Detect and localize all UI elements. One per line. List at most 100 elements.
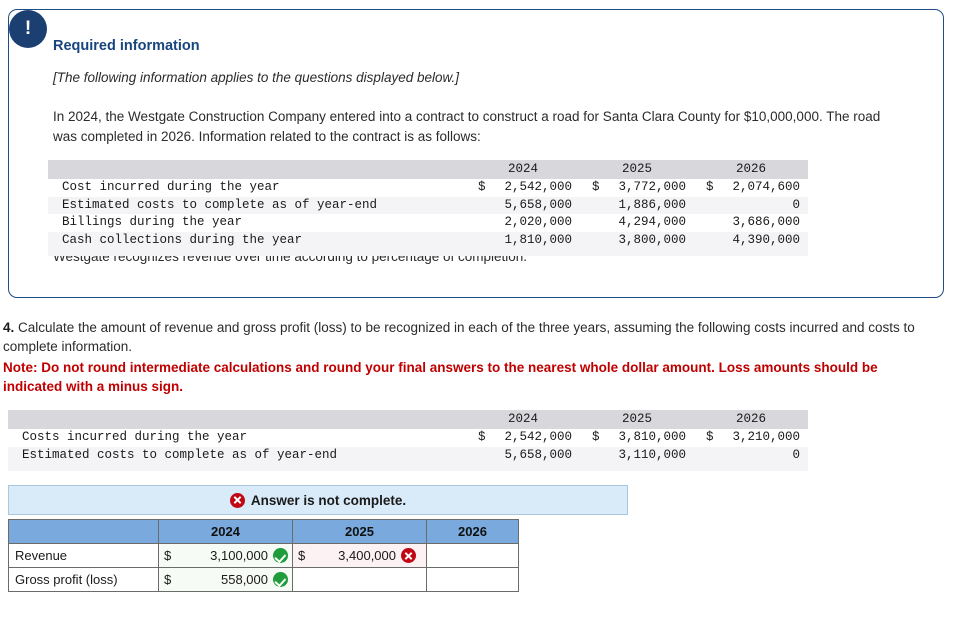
table-row: Billings during the year 2,020,000 4,294… xyxy=(48,214,808,232)
answer-cell-gross-profit-2024[interactable]: $ 558,000 xyxy=(158,567,293,592)
currency-symbol: $ xyxy=(164,572,172,587)
table-footer-spacer xyxy=(48,249,808,256)
column-header-2025: 2025 xyxy=(580,410,694,429)
table-row: Estimated costs to complete as of year-e… xyxy=(8,446,808,464)
amount: 1,810,000 xyxy=(504,232,572,247)
column-header-2024: 2024 xyxy=(466,410,580,429)
cell-value: $2,542,000 xyxy=(466,179,580,197)
answer-cell-gross-profit-2026[interactable] xyxy=(426,567,519,592)
cell-value: $3,210,000 xyxy=(694,429,808,447)
cell-value: 2,020,000 xyxy=(466,214,580,232)
currency-symbol: $ xyxy=(706,180,714,194)
cell-value: 3,800,000 xyxy=(580,231,694,249)
table-row: Cost incurred during the year $2,542,000… xyxy=(48,179,808,197)
answer-cell-gross-profit-2025[interactable] xyxy=(292,567,427,592)
column-header-2026: 2026 xyxy=(694,410,808,429)
cell-value: $2,542,000 xyxy=(466,429,580,447)
answer-cell-revenue-2026[interactable] xyxy=(426,543,519,568)
cell-value: 5,658,000 xyxy=(466,196,580,214)
table-header-row: 2024 2025 2026 xyxy=(8,410,808,429)
question-number: 4. xyxy=(3,320,15,335)
table-header-row: 2024 2025 2026 xyxy=(48,160,808,179)
cell-value: 1,810,000 xyxy=(466,231,580,249)
amount: 3,810,000 xyxy=(618,430,686,444)
answer-cell-revenue-2025[interactable]: $ 3,400,000 xyxy=(292,543,427,568)
amount: 2,542,000 xyxy=(504,430,572,444)
amount: 2,074,600 xyxy=(732,180,800,194)
currency-symbol: $ xyxy=(298,548,306,563)
amount: 3,800,000 xyxy=(618,232,686,247)
answer-value: 558,000 xyxy=(221,572,268,587)
required-information-body: Required information [The following info… xyxy=(9,10,943,147)
answer-grid[interactable]: 2024 2025 2026 Revenue $ 3,100,000 $ 3,4… xyxy=(8,519,519,592)
amount: 2,020,000 xyxy=(504,215,572,229)
spacer-cell xyxy=(8,464,808,471)
answer-status-banner: Answer is not complete. xyxy=(8,485,628,515)
row-label: Billings during the year xyxy=(48,214,466,232)
revised-costs-table-wrap: 2024 2025 2026 Costs incurred during the… xyxy=(8,410,808,471)
amount: 5,658,000 xyxy=(504,447,572,462)
cell-value: 3,686,000 xyxy=(694,214,808,232)
amount: 4,390,000 xyxy=(732,232,800,247)
question-text: Calculate the amount of revenue and gros… xyxy=(3,320,915,354)
row-label: Cash collections during the year xyxy=(48,231,466,249)
currency-symbol: $ xyxy=(592,430,600,444)
amount: 0 xyxy=(792,197,800,212)
amount: 5,658,000 xyxy=(504,197,572,212)
answer-column-header-2024: 2024 xyxy=(158,519,293,544)
cell-value: $3,772,000 xyxy=(580,179,694,197)
question-block: 4. Calculate the amount of revenue and g… xyxy=(3,318,933,396)
currency-symbol: $ xyxy=(164,548,172,563)
amount: 3,686,000 xyxy=(732,215,800,229)
amount: 2,542,000 xyxy=(504,180,572,194)
contract-data-table: 2024 2025 2026 Cost incurred during the … xyxy=(48,160,808,256)
cell-value: 0 xyxy=(694,446,808,464)
answer-column-header-2025: 2025 xyxy=(292,519,427,544)
amount: 3,110,000 xyxy=(618,447,686,462)
cell-value: 5,658,000 xyxy=(466,446,580,464)
cell-value: 1,886,000 xyxy=(580,196,694,214)
incorrect-x-icon xyxy=(229,492,245,508)
cell-value: $3,810,000 xyxy=(580,429,694,447)
row-label: Estimated costs to complete as of year-e… xyxy=(48,196,466,214)
cell-value: 3,110,000 xyxy=(580,446,694,464)
column-header-2026: 2026 xyxy=(694,160,808,179)
answer-status-text: Answer is not complete. xyxy=(250,492,407,508)
answer-grid-corner xyxy=(8,519,159,544)
contract-description: In 2024, the Westgate Construction Compa… xyxy=(53,109,881,144)
answer-column-header-2026: 2026 xyxy=(426,519,519,544)
table-row: Cash collections during the year 1,810,0… xyxy=(48,231,808,249)
answer-value: 3,400,000 xyxy=(338,548,396,563)
answer-cell-revenue-2024[interactable]: $ 3,100,000 xyxy=(158,543,293,568)
answer-value: 3,100,000 xyxy=(210,548,268,563)
table-row: Costs incurred during the year $2,542,00… xyxy=(8,429,808,447)
cell-value: 0 xyxy=(694,196,808,214)
amount: 1,886,000 xyxy=(618,197,686,212)
column-header-blank xyxy=(48,160,466,179)
column-header-blank xyxy=(8,410,466,429)
answer-row-revenue: Revenue $ 3,100,000 $ 3,400,000 xyxy=(8,543,519,568)
contract-data-table-wrap: 2024 2025 2026 Cost incurred during the … xyxy=(48,160,808,256)
cell-value: 4,390,000 xyxy=(694,231,808,249)
column-header-2024: 2024 xyxy=(466,160,580,179)
question-note: Note: Do not round intermediate calculat… xyxy=(3,360,878,394)
incorrect-x-icon xyxy=(401,548,416,563)
applies-to-note: [The following information applies to th… xyxy=(53,70,459,85)
answer-row-gross-profit: Gross profit (loss) $ 558,000 xyxy=(8,567,519,592)
amount: 4,294,000 xyxy=(618,215,686,229)
exclamation-icon: ! xyxy=(9,10,47,48)
cell-value: 4,294,000 xyxy=(580,214,694,232)
revised-costs-table: 2024 2025 2026 Costs incurred during the… xyxy=(8,410,808,471)
currency-symbol: $ xyxy=(706,430,714,444)
table-row: Estimated costs to complete as of year-e… xyxy=(48,196,808,214)
correct-check-icon xyxy=(273,572,288,587)
amount: 3,210,000 xyxy=(732,430,800,444)
currency-symbol: $ xyxy=(478,430,486,444)
required-information-title: Required information xyxy=(53,38,200,54)
answer-grid-header-row: 2024 2025 2026 xyxy=(8,519,519,544)
row-label: Cost incurred during the year xyxy=(48,179,466,197)
row-label: Estimated costs to complete as of year-e… xyxy=(8,446,466,464)
correct-check-icon xyxy=(273,548,288,563)
answer-row-label: Gross profit (loss) xyxy=(8,567,159,592)
answer-row-label: Revenue xyxy=(8,543,159,568)
